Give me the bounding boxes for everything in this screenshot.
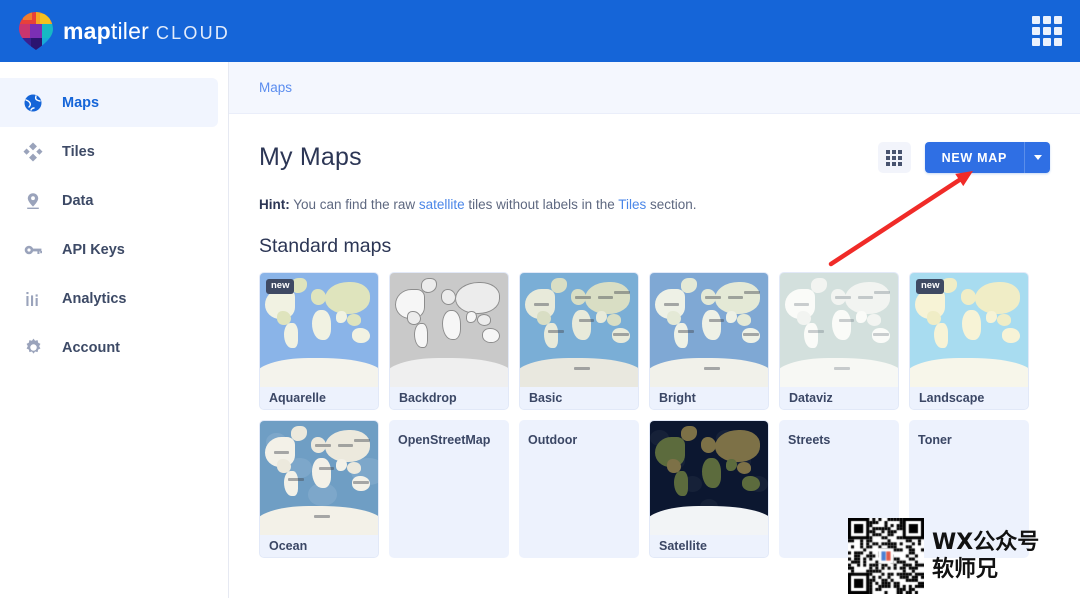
sidebar: Maps Tiles Data API Keys Analytics Accou…	[0, 62, 229, 598]
gear-icon	[22, 337, 44, 359]
tiles-link[interactable]: Tiles	[618, 197, 646, 212]
header-actions: NEW MAP	[877, 142, 1050, 173]
map-card[interactable]: Satellite	[649, 420, 769, 559]
breadcrumb: Maps	[229, 62, 1080, 114]
new-badge: new	[916, 279, 945, 294]
map-card[interactable]: Outdoor	[519, 420, 639, 559]
map-card[interactable]: new Landscape	[909, 272, 1029, 411]
hint-part-3: section.	[646, 197, 697, 212]
map-card[interactable]: Basic	[519, 272, 639, 411]
page-header: My Maps NEW MAP	[229, 114, 1080, 173]
brand-logo[interactable]: maptiler CLOUD	[18, 11, 230, 51]
tiles-icon	[22, 141, 44, 163]
map-thumbnail	[650, 273, 768, 388]
map-card-label: Landscape	[910, 387, 1028, 410]
page-title: My Maps	[259, 143, 362, 171]
sidebar-item-label: Data	[62, 192, 94, 209]
map-thumbnail	[520, 273, 638, 388]
map-pin-icon	[22, 190, 44, 212]
map-card-label: Backdrop	[390, 387, 508, 410]
map-thumbnail: new	[910, 273, 1028, 388]
watermark-line-2: 软师兄	[932, 557, 999, 582]
watermark: WX公众号 软师兄	[848, 518, 1039, 594]
map-card-label: Bright	[650, 387, 768, 410]
brand-suffix: CLOUD	[155, 22, 230, 43]
map-thumbnail	[260, 421, 378, 536]
map-card-label: Ocean	[260, 535, 378, 558]
map-card[interactable]: Backdrop	[389, 272, 509, 411]
map-thumbnail	[390, 273, 508, 388]
key-icon	[22, 239, 44, 261]
map-card[interactable]: Dataviz	[779, 272, 899, 411]
satellite-link[interactable]: satellite	[419, 197, 465, 212]
sidebar-item-api-keys[interactable]: API Keys	[0, 225, 228, 274]
hint-text: Hint: You can find the raw satellite til…	[229, 173, 1080, 215]
map-thumbnail	[780, 273, 898, 388]
map-card-label: Basic	[520, 387, 638, 410]
world-map-artwork	[650, 273, 768, 388]
hint-part-2: tiles without labels in the	[464, 197, 619, 212]
world-map-artwork	[390, 273, 508, 388]
sidebar-item-label: Maps	[62, 94, 100, 111]
new-badge: new	[266, 279, 295, 294]
map-card[interactable]: new Aquarelle	[259, 272, 379, 411]
map-card[interactable]: Ocean	[259, 420, 379, 559]
watermark-line-1: WX公众号	[932, 529, 1040, 555]
bar-chart-icon	[22, 288, 44, 310]
maptiler-pin-logo	[18, 11, 54, 51]
map-card-label: Outdoor	[528, 433, 578, 448]
breadcrumb-item-maps[interactable]: Maps	[259, 80, 292, 95]
sidebar-item-label: Account	[62, 339, 120, 356]
map-thumbnail	[650, 421, 768, 536]
brand-name-light: tiler	[110, 17, 149, 44]
globe-icon	[22, 92, 44, 114]
sidebar-item-maps[interactable]: Maps	[0, 78, 218, 127]
grid-apps-icon[interactable]	[1032, 16, 1062, 46]
world-map-artwork	[650, 421, 768, 536]
world-map-artwork	[520, 273, 638, 388]
map-card-label: OpenStreetMap	[398, 433, 491, 448]
sidebar-item-tiles[interactable]: Tiles	[0, 127, 228, 176]
app-header: maptiler CLOUD	[0, 0, 1080, 62]
sidebar-item-label: API Keys	[62, 241, 125, 258]
section-title-standard-maps: Standard maps	[259, 235, 392, 258]
map-card-label: Dataviz	[780, 387, 898, 410]
brand-wordmark: maptiler CLOUD	[63, 17, 230, 44]
world-map-artwork	[260, 421, 378, 536]
new-map-button-group: NEW MAP	[924, 142, 1050, 173]
chevron-down-icon[interactable]	[1024, 142, 1050, 173]
world-map-artwork	[780, 273, 898, 388]
sidebar-item-label: Analytics	[62, 290, 127, 307]
sidebar-item-account[interactable]: Account	[0, 323, 228, 372]
sidebar-item-label: Tiles	[62, 143, 95, 160]
hint-part-1: You can find the raw	[289, 197, 419, 212]
hint-prefix: Hint:	[259, 197, 290, 212]
new-map-button[interactable]: NEW MAP	[924, 142, 1024, 173]
grid-view-icon[interactable]	[877, 142, 911, 173]
map-card[interactable]: OpenStreetMap	[389, 420, 509, 559]
qr-code-icon	[848, 518, 924, 594]
sidebar-item-data[interactable]: Data	[0, 176, 228, 225]
sidebar-item-analytics[interactable]: Analytics	[0, 274, 228, 323]
brand-name-bold: map	[63, 17, 111, 44]
map-card-label: Satellite	[650, 535, 768, 558]
map-cards-grid: new Aquarelle Backdrop Basic Bright Dataviz ne…	[229, 258, 1080, 559]
map-thumbnail: new	[260, 273, 378, 388]
map-card[interactable]: Bright	[649, 272, 769, 411]
map-card-label: Aquarelle	[260, 387, 378, 410]
